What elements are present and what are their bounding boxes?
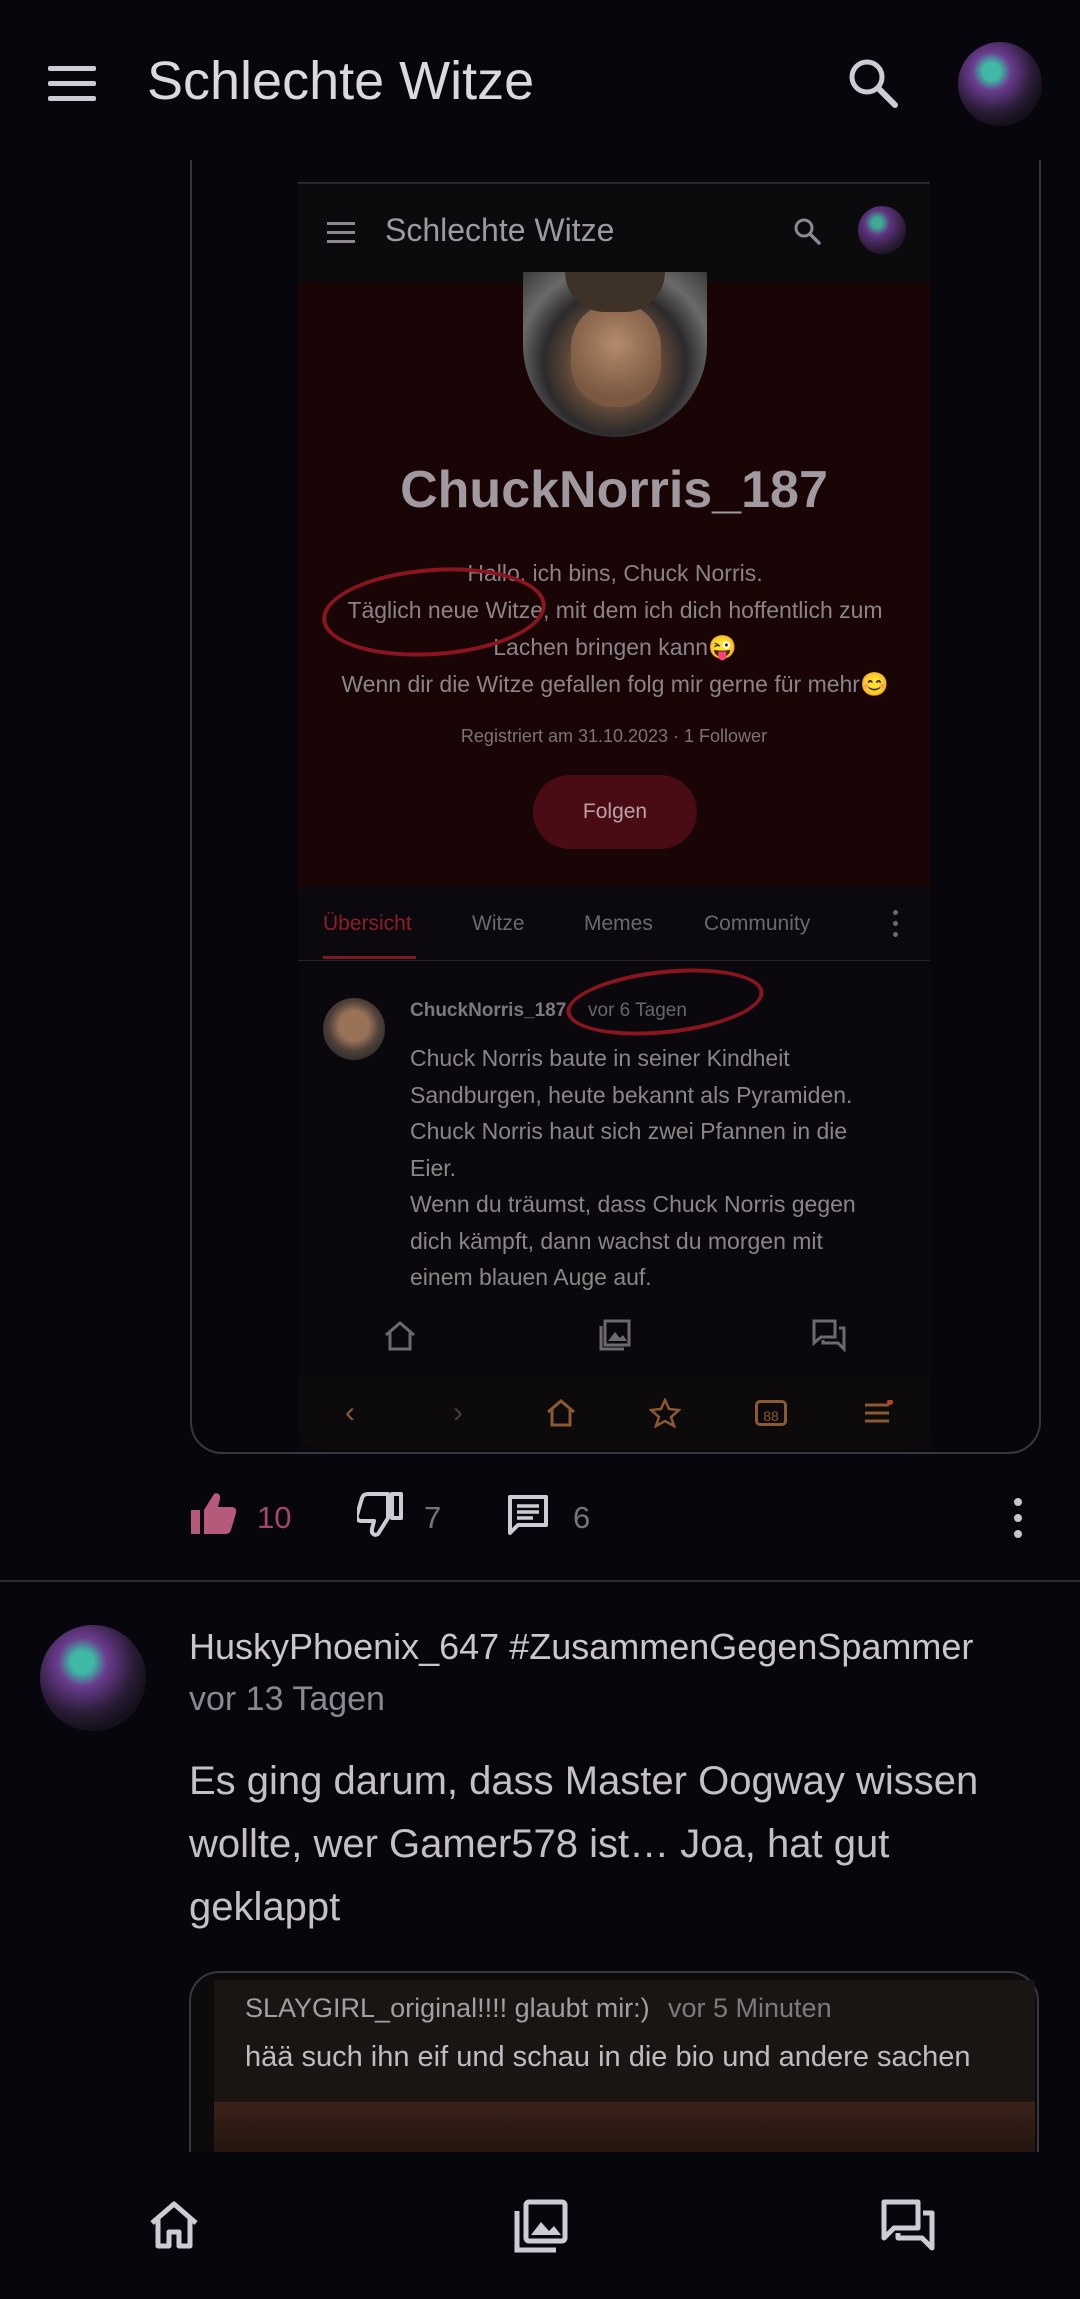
post-line: Sandburgen, heute bekannt als Pyramiden. [410,1081,853,1108]
post-line: Chuck Norris baute in seiner Kindheit [410,1045,790,1071]
post-line: Chuck Norris haut sich zwei Pfannen in d… [410,1118,848,1144]
embedded-forward-icon: › [453,1396,463,1429]
embedded-tab-overview: Übersicht [323,912,412,935]
gallery-icon[interactable] [513,2198,569,2259]
embedded-post-text: Chuck Norris baute in seiner Kindheit Sa… [410,1040,910,1296]
like-count: 10 [257,1500,292,1535]
embedded-more-icon [893,910,899,938]
embedded-tab-community: Community [704,912,811,935]
home-icon[interactable] [148,2200,200,2255]
post-author[interactable]: HuskyPhoenix_647 #ZusammenGegenSpammer [189,1626,973,1668]
search-icon[interactable] [845,55,901,111]
post-line: einem blauen Auge auf. [410,1264,652,1290]
menu-icon[interactable] [48,66,98,102]
comment-count: 6 [573,1500,591,1535]
quoted-text: hää such ihn eif und schau in die bio un… [245,2041,971,2073]
post-text: Es ging darum, dass Master Oogway wissen… [189,1750,1039,1939]
post-line: dich kämpft, dann wachst du morgen mit [410,1227,823,1254]
embedded-post-avatar [323,998,385,1060]
embedded-browser-bar [298,1378,930,1450]
embedded-home-icon [382,1320,418,1357]
chat-icon[interactable] [880,2198,936,2257]
embedded-tabs-count-icon: 88 [755,1400,787,1426]
bio-line: Wenn dir die Witze gefallen folg mir ger… [341,671,889,697]
embedded-avatar [858,206,906,254]
embedded-back-icon: ‹ [345,1396,355,1429]
embedded-gallery-icon [598,1318,632,1357]
user-avatar[interactable] [958,42,1042,126]
embedded-star-icon [648,1396,682,1433]
embedded-menu-icon [327,222,357,244]
post-line: wollte, wer Gamer578 ist… Joa, hat gut [189,1822,890,1866]
quoted-image-strip [214,2102,1035,2152]
post-line: Es ging darum, dass Master Oogway wissen [189,1759,979,1803]
comment-button[interactable] [507,1494,549,1541]
divider [0,1580,1080,1582]
embedded-tab-witze: Witze [472,912,525,935]
quoted-time: vor 5 Minuten [668,1993,832,2023]
embedded-browser-menu-icon [863,1399,893,1431]
dislike-count: 7 [424,1500,442,1535]
dislike-button[interactable] [354,1492,403,1543]
embedded-chat-icon [811,1318,847,1357]
embedded-app-title: Schlechte Witze [385,212,615,248]
like-button[interactable] [189,1490,237,1541]
more-options-icon[interactable] [1014,1498,1022,1538]
post-time: vor 13 Tagen [189,1680,385,1718]
app-title: Schlechte Witze [147,51,535,111]
embedded-registered: Registriert am 31.10.2023 · 1 Follower [460,726,768,746]
post-line: Eier. [410,1154,457,1181]
post-author-avatar[interactable] [40,1625,146,1731]
post-line: Wenn du träumst, dass Chuck Norris gegen [410,1191,856,1217]
quoted-user: SLAYGIRL_original!!!! glaubt mir:) [245,1993,650,2023]
embedded-follow-button: Folgen [533,775,697,849]
embedded-search-icon [792,216,822,246]
post-line: geklappt [189,1885,341,1929]
tab-indicator [323,956,416,959]
embedded-post-user: ChuckNorris_187 [410,1000,567,1021]
embedded-tab-memes: Memes [584,912,653,935]
embedded-username: ChuckNorris_187 [400,461,828,519]
embedded-browser-home-icon [545,1398,577,1433]
